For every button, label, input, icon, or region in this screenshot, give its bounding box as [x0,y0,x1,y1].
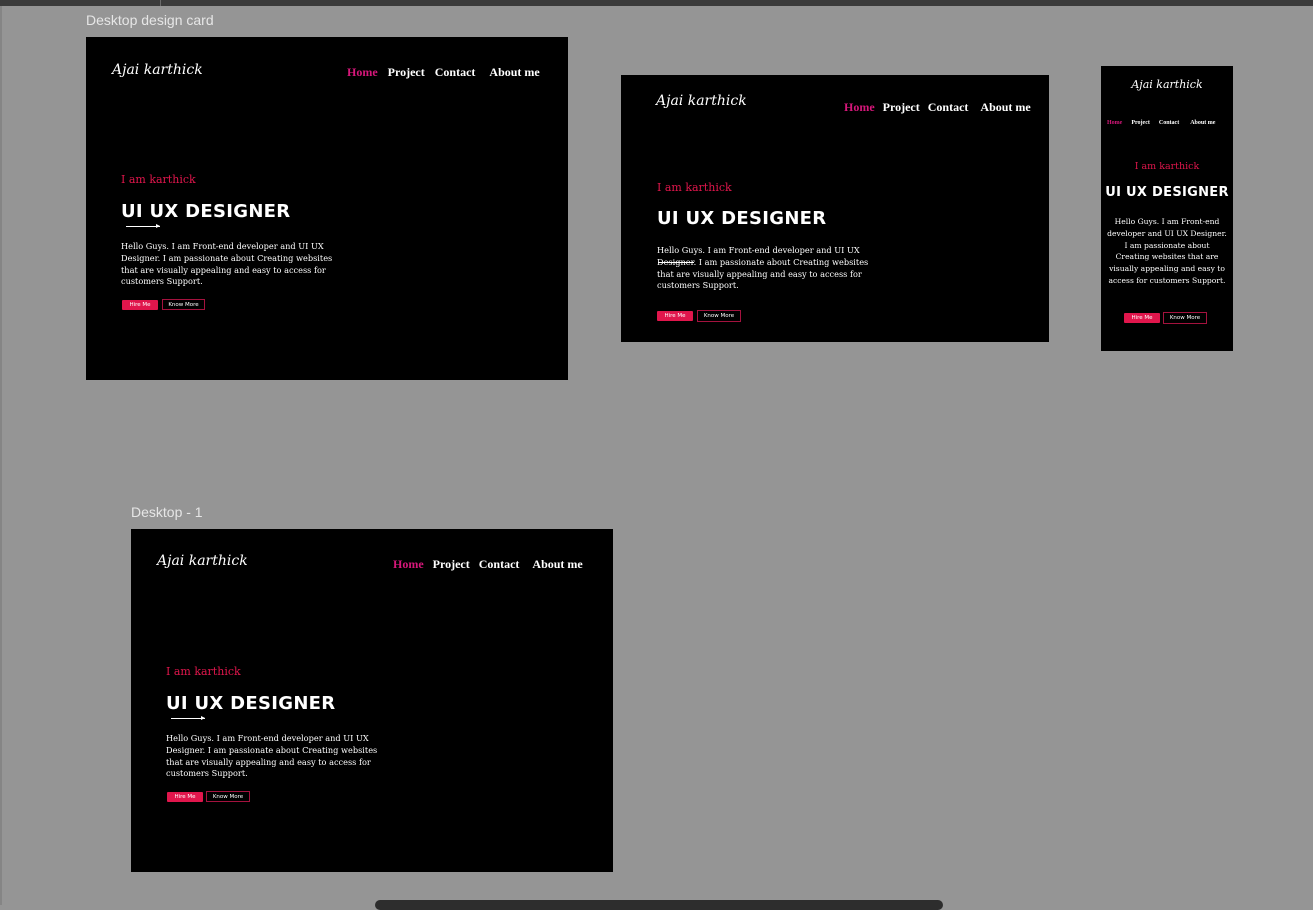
hire-me-button[interactable]: Hire Me [1124,313,1160,323]
nav-contact[interactable]: Contact [479,557,520,572]
bottom-toolbar[interactable] [375,900,943,910]
know-more-button[interactable]: Know More [697,310,741,322]
toolbar-divider [160,0,161,6]
know-more-button[interactable]: Know More [162,299,205,310]
hero-headline: UI UX DESIGNER [121,201,291,222]
nav-about-me[interactable]: About me [532,557,582,572]
frame-mobile-design[interactable]: Ajai karthick Home Project Contact About… [1101,66,1233,351]
hero-description: Hello Guys. I am Front-end developer and… [1107,217,1227,285]
nav-bar: Home Project Contact About me [347,65,540,80]
know-more-button[interactable]: Know More [1163,312,1207,324]
know-more-button[interactable]: Know More [206,791,250,802]
hero-description: Hello Guys. I am Front-end developer and… [121,241,333,287]
hero-eyebrow: I am karthick [166,665,241,678]
nav-home[interactable]: Home [393,557,424,572]
hero-headline: UI UX DESIGNER [1105,185,1229,200]
nav-about-me[interactable]: About me [980,100,1030,115]
hire-me-button[interactable]: Hire Me [122,300,158,310]
frame-desktop-design-card[interactable]: Ajai karthick Home Project Contact About… [86,37,568,380]
nav-contact[interactable]: Contact [1159,120,1179,126]
hire-me-button[interactable]: Hire Me [657,311,693,321]
top-toolbar [0,0,1313,6]
nav-about-me[interactable]: About me [489,65,539,80]
nav-project[interactable]: Project [388,65,425,80]
arrow-icon [171,716,205,720]
nav-contact[interactable]: Contact [928,100,969,115]
frame-label-desktop-1[interactable]: Desktop - 1 [131,504,203,520]
nav-project[interactable]: Project [1131,120,1150,126]
site-logo: Ajai karthick [1131,78,1203,91]
arrow-icon [126,224,160,228]
text-strike-line [658,262,694,263]
nav-contact[interactable]: Contact [435,65,476,80]
hire-me-button[interactable]: Hire Me [167,792,203,802]
hero-description: Hello Guys. I am Front-end developer and… [166,733,378,779]
nav-bar: Home Project Contact About me [393,557,583,572]
site-logo: Ajai karthick [656,93,747,109]
nav-home[interactable]: Home [1107,120,1122,126]
hero-eyebrow: I am karthick [657,181,732,194]
frame-label-desktop-design-card[interactable]: Desktop design card [86,12,214,28]
nav-bar: Home Project Contact About me [844,100,1031,115]
canvas-left-edge [0,6,2,905]
nav-home[interactable]: Home [844,100,875,115]
nav-home[interactable]: Home [347,65,378,80]
frame-desktop-1[interactable]: Ajai karthick Home Project Contact About… [131,529,613,872]
nav-project[interactable]: Project [433,557,470,572]
nav-about-me[interactable]: About me [1190,120,1215,126]
site-logo: Ajai karthick [157,553,248,569]
frame-tablet-design[interactable]: Ajai karthick Home Project Contact About… [621,75,1049,342]
nav-bar: Home Project Contact About me [1107,120,1215,126]
hero-eyebrow: I am karthick [121,173,196,186]
site-logo: Ajai karthick [112,62,203,78]
hero-description: Hello Guys. I am Front-end developer and… [657,245,869,291]
hero-eyebrow: I am karthick [1134,161,1200,172]
hero-headline: UI UX DESIGNER [166,693,336,714]
nav-project[interactable]: Project [883,100,920,115]
hero-headline: UI UX DESIGNER [657,208,827,229]
